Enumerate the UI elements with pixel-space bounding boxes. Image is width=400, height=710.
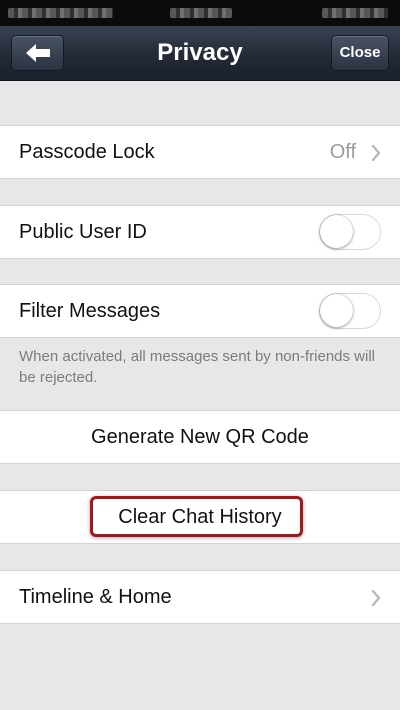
chevron-right-icon	[371, 145, 381, 161]
public-user-id-label: Public User ID	[19, 221, 147, 243]
back-arrow-icon	[26, 44, 50, 62]
passcode-lock-value: Off	[329, 141, 356, 163]
generate-qr-code-label: Generate New QR Code	[91, 426, 309, 448]
toggle-knob	[320, 294, 353, 327]
passcode-lock-row[interactable]: Passcode Lock Off	[0, 125, 400, 179]
public-user-id-row: Public User ID	[0, 205, 400, 259]
highlight-annotation	[90, 496, 303, 537]
navigation-bar: Privacy Close	[0, 26, 400, 81]
generate-qr-code-button[interactable]: Generate New QR Code	[0, 410, 400, 464]
filter-messages-toggle[interactable]	[319, 293, 381, 329]
public-user-id-toggle[interactable]	[319, 214, 381, 250]
toggle-knob	[320, 215, 353, 248]
timeline-home-label: Timeline & Home	[19, 586, 172, 608]
status-bar-battery-blurred	[322, 8, 388, 18]
filter-messages-row: Filter Messages	[0, 284, 400, 338]
filter-messages-label: Filter Messages	[19, 300, 161, 322]
status-bar	[0, 0, 400, 26]
filter-messages-note: When activated, all messages sent by non…	[19, 348, 376, 386]
back-button[interactable]	[11, 35, 64, 71]
status-bar-time-blurred	[170, 8, 232, 18]
chevron-right-icon	[371, 590, 381, 606]
close-button[interactable]: Close	[331, 35, 389, 71]
timeline-home-row[interactable]: Timeline & Home	[0, 570, 400, 624]
passcode-lock-label: Passcode Lock	[19, 141, 155, 163]
status-bar-carrier-blurred	[8, 8, 113, 18]
